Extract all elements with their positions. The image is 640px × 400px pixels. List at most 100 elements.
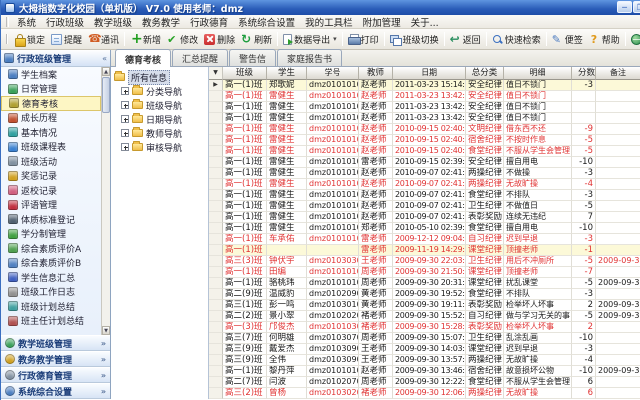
menu-item-2[interactable]: 教学班级 [89,15,137,29]
table-row[interactable]: 高一(1)班田编dmz010101015周老师2009-09-30 21:50:… [209,267,640,278]
menu-item-7[interactable]: 附加管理 [358,15,406,29]
table-row[interactable]: 高三(9)班全伟dmz010309039王老师2009-09-30 13:57:… [209,355,640,366]
row-selector[interactable] [209,355,223,366]
row-selector[interactable] [209,179,223,190]
menu-item-8[interactable]: 关于... [406,15,444,29]
row-selector[interactable] [209,245,223,256]
table-row[interactable]: 高二(9)班温威豹dmz010209005黄老师2009-09-30 19:52… [209,289,640,300]
row-selector[interactable] [209,366,223,377]
scrollbar-thumb[interactable] [102,77,110,113]
table-row[interactable]: 高二(2)班景小翠dmz010202002褚老师2009-09-30 15:52… [209,311,640,322]
sidebar-item-basic-info[interactable]: 基本情况 [1,125,101,140]
row-selector[interactable] [209,168,223,179]
table-row[interactable]: 高三(1)班彭一鸣dmz010301048黄老师2009-09-30 19:11… [209,300,640,311]
row-selector[interactable] [209,234,223,245]
tab-summary-reminder[interactable]: 汇总提醒 [172,49,229,66]
sidebar-item-comment-management[interactable]: 评语管理 [1,198,101,213]
expand-plus-icon[interactable] [121,87,129,95]
tree-node-class-nav[interactable]: 班级导航 [113,98,206,112]
table-row[interactable]: 高一(1)班车承佑dmz010101044雷老师2009-12-12 09:04… [209,234,640,245]
table-row[interactable]: 高一(1)班雷健生dmz010101001郑老师2010-05-10 02:39… [209,223,640,234]
table-row[interactable]: 高一(1)班雷健生dmz010101001赵老师2011-03-23 13:42… [209,102,640,113]
sidebar-item-credit-system[interactable]: 学分制管理 [1,227,101,242]
row-selector[interactable] [209,267,223,278]
table-row[interactable]: 高一(3)班邝俊杰dmz010103042褚老师2009-09-30 15:28… [209,322,640,333]
sidebar-item-class-schedule[interactable]: 班级课程表 [1,140,101,155]
scroll-down-icon[interactable]: ▼ [102,326,110,335]
row-selector[interactable] [209,146,223,157]
tree-root-label[interactable]: 所有信息 [128,69,171,85]
tree-node-category-nav[interactable]: 分类导航 [113,84,206,98]
sidebar-item-daily-management[interactable]: 日常管理 [1,82,101,97]
contact-button[interactable]: 通讯 [85,32,122,47]
tree-node-teacher-nav[interactable]: 教师导航 [113,126,206,140]
sidebar-section-system-settings[interactable]: 系统综合设置 » [1,383,110,399]
table-row[interactable]: 高三(7)班何明雄dmz010307043周老师2009-09-30 15:07… [209,333,640,344]
table-row[interactable]: 高三(2)班曾杨dmz010302050褚老师2009-09-30 12:06:… [209,388,640,399]
sidebar-item-fitness-standard[interactable]: 体质标准登记 [1,212,101,227]
menu-item-5[interactable]: 系统综合设置 [233,15,300,29]
row-selector[interactable] [209,102,223,113]
sidebar-item-growth-history[interactable]: 成长历程 [1,111,101,126]
delete-button[interactable]: 删除 [201,32,238,47]
tree-node-audit-nav[interactable]: 审核导航 [113,140,206,154]
table-row[interactable]: 高一(1)班雷健生dmz010101001赵老师2010-09-15 02:40… [209,135,640,146]
export-button[interactable]: 数据导出 ▾ [280,32,340,47]
table-row[interactable]: 高一(1)班雷健生dmz010101001赵老师2010-09-07 02:41… [209,190,640,201]
row-selector[interactable] [209,223,223,234]
column-header-note[interactable]: 备注 [596,67,640,80]
table-row[interactable]: 高一(1)班雷健生dmz010101001赵老师2011-03-23 13:42… [209,91,640,102]
sidebar-item-class-activity[interactable]: 班级活动 [1,154,101,169]
menu-item-0[interactable]: 系统 [12,15,41,29]
row-selector[interactable] [209,157,223,168]
refresh-button[interactable]: 刷新 [238,32,275,47]
table-row[interactable]: 高三(3)班钟伏宇dmz010303024王老师2009-09-30 22:03… [209,256,640,267]
row-selector[interactable] [209,124,223,135]
sidebar-item-reward-punishment[interactable]: 奖惩记录 [1,169,101,184]
table-row[interactable]: 高一(1)班 雷老师2009-11-19 14:29:00课堂纪律顶撞老师-1 [209,245,640,256]
minimize-button[interactable]: ─ [617,1,632,13]
table-row[interactable]: 高一(1)班雷健生dmz010101001赵老师2010-09-15 02:40… [209,146,640,157]
table-row[interactable]: 高一(1)班雷健生dmz010101001赵老师2010-09-07 02:41… [209,168,640,179]
row-selector[interactable] [209,212,223,223]
column-header-score[interactable]: 分数 [572,67,596,80]
tab-moral-assessment[interactable]: 德育考核 [115,49,172,67]
table-row[interactable]: ▶高一(1)班郑歌妮dmz010101007赵老师2011-03-23 15:1… [209,80,640,91]
dropdown-arrow-icon[interactable]: ▾ [333,35,337,43]
sidebar-item-quality-eval-b[interactable]: 综合素质评价B [1,256,101,271]
tab-warning-letter[interactable]: 警告信 [229,49,277,66]
table-row[interactable]: 高二(7)班闫波dmz010207023周老师2009-09-30 12:22:… [209,377,640,388]
memo-button[interactable]: 便签 [549,32,586,47]
table-row[interactable]: 高三(9)班戴爱杰dmz010309044王老师2009-09-30 14:03… [209,344,640,355]
row-selector[interactable] [209,344,223,355]
maximize-button[interactable]: ❐ [633,1,640,13]
row-selector[interactable]: ▶ [209,80,223,91]
row-selector[interactable] [209,289,223,300]
table-row[interactable]: 高一(1)班雷健生dmz010101001赵老师2010-09-15 02:40… [209,124,640,135]
menu-item-6[interactable]: 我的工具栏 [300,15,358,29]
expand-plus-icon[interactable] [121,115,129,123]
class-switch-button[interactable]: 班级切换 [387,32,442,47]
column-header-id[interactable]: 学号 [307,67,359,80]
column-header-detail[interactable]: 明细 [504,67,572,80]
row-selector[interactable] [209,278,223,289]
sidebar-item-head-teacher-plan[interactable]: 班主任计划总结 [1,314,101,329]
table-row[interactable]: 高一(1)班雷健生dmz010101001赵老师2010-09-07 02:41… [209,212,640,223]
table-row[interactable]: 高一(1)班雷健生dmz010101001赵老师2011-03-23 13:42… [209,113,640,124]
table-row[interactable]: 高一(1)班雷健生dmz010101001赵老师2010-09-07 02:41… [209,201,640,212]
scroll-up-icon[interactable]: ▲ [102,67,110,76]
sidebar-section-teaching-class[interactable]: 教学班级管理 » [1,335,110,351]
row-selector[interactable] [209,300,223,311]
print-button[interactable]: 打印 [345,32,382,47]
expand-plus-icon[interactable] [121,143,129,151]
sms-button[interactable]: 短信 [628,32,640,47]
table-row[interactable]: 高一(1)班骆桃玮dmz010101004周老师2009-09-30 20:31… [209,278,640,289]
column-header-date[interactable]: 日期 [393,67,466,80]
sidebar-section-moral-education[interactable]: 行政德育管理 » [1,367,110,383]
sidebar-item-leave-record[interactable]: 返校记录 [1,183,101,198]
row-selector[interactable] [209,91,223,102]
row-selector[interactable] [209,135,223,146]
back-button[interactable]: 返回 [447,32,484,47]
column-header-category[interactable]: 总分类 [466,67,504,80]
tab-family-report[interactable]: 家庭报告书 [277,49,343,66]
